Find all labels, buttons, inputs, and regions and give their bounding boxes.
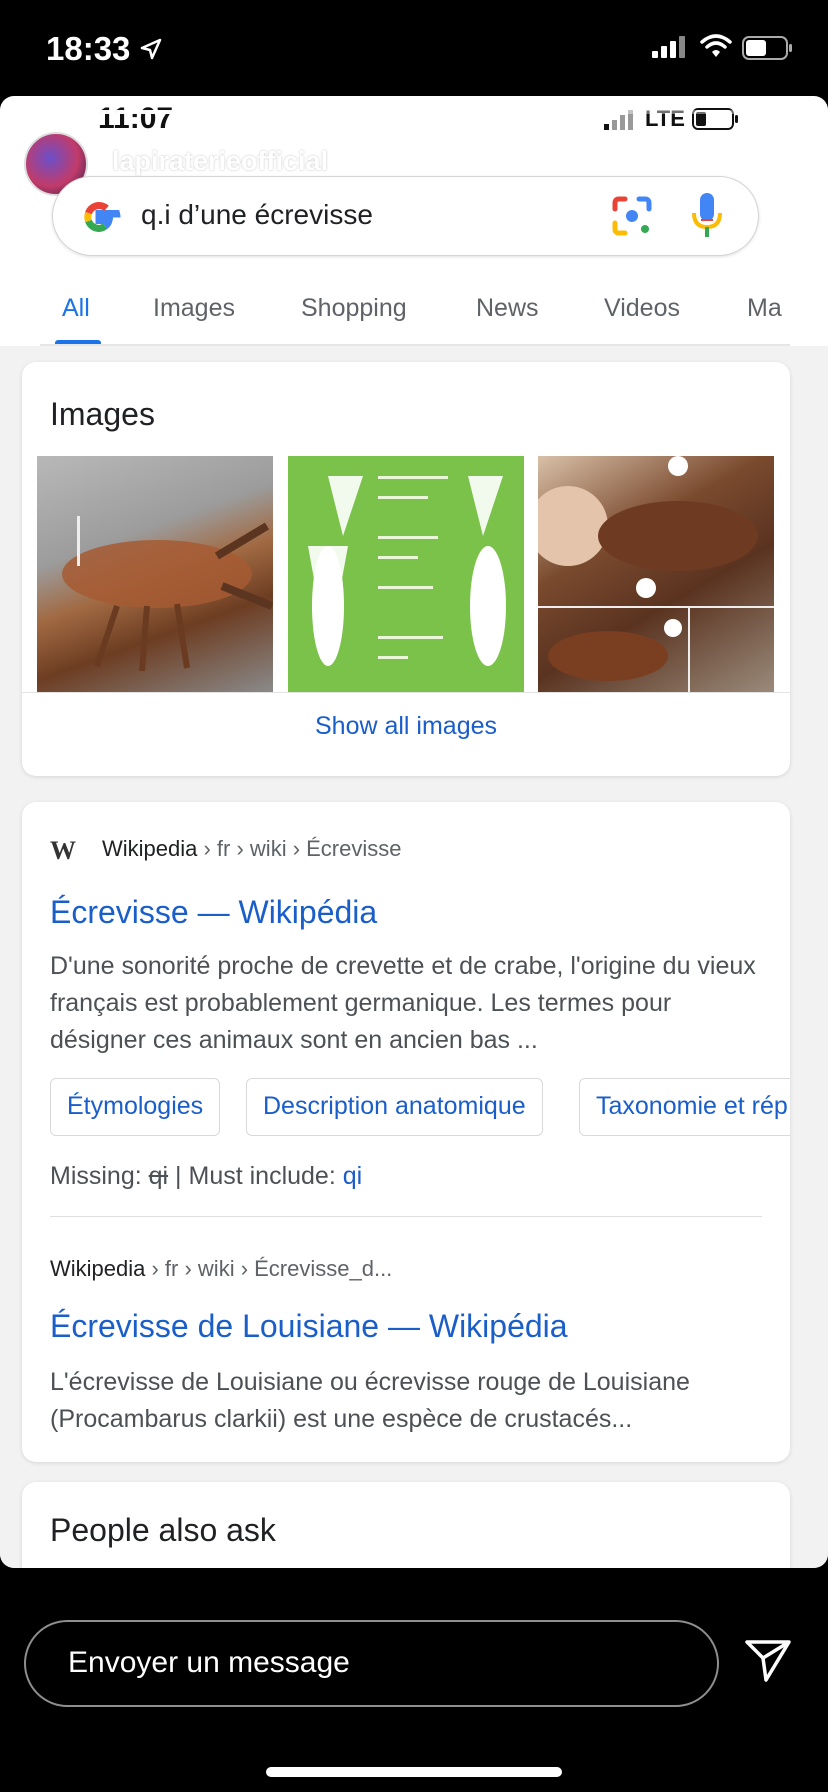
images-card: Images Show all images — [22, 362, 790, 776]
show-all-images-link[interactable]: Show all images — [22, 712, 790, 741]
result1-title-link[interactable]: Écrevisse — Wikipédia — [50, 894, 377, 931]
images-divider — [22, 692, 790, 693]
result2-title-link[interactable]: Écrevisse de Louisiane — Wikipédia — [50, 1308, 568, 1345]
must-include-label: | Must include: — [168, 1162, 343, 1190]
close-icon[interactable] — [764, 140, 808, 184]
wifi-icon — [700, 34, 732, 57]
tab-maps[interactable]: Ma — [747, 294, 782, 323]
story-time-ago: 1h — [358, 148, 386, 176]
must-include-link[interactable]: qi — [343, 1162, 362, 1190]
tab-images[interactable]: Images — [153, 294, 235, 323]
chip-description-anatomique[interactable]: Description anatomique — [246, 1078, 543, 1136]
google-lens-icon[interactable] — [609, 193, 655, 239]
missing-term: qi — [148, 1162, 169, 1190]
story-progress-bar — [16, 110, 812, 114]
search-box[interactable]: q.i d’une écrevisse — [52, 176, 759, 256]
story-username[interactable]: lapiraterieofficial — [112, 146, 328, 177]
search-input[interactable]: q.i d’une écrevisse — [141, 199, 373, 231]
tabs-divider — [40, 344, 790, 346]
result2-site: Wikipedia — [50, 1256, 146, 1281]
home-indicator[interactable] — [266, 1767, 562, 1777]
search-tabs: All Images Shopping News Videos Ma — [0, 288, 790, 344]
story-frame[interactable]: 11:07 LTE lapiraterieofficial 1h ••• q.i… — [0, 96, 828, 1568]
google-g-icon — [84, 201, 121, 233]
wikipedia-results-card: W Wikipedia › fr › wiki › Écrevisse Écre… — [22, 802, 790, 1462]
wikipedia-logo-icon: W — [50, 836, 76, 865]
message-placeholder: Envoyer un message — [68, 1646, 350, 1679]
inner-status-time: 11:07 — [98, 102, 174, 135]
image-thumbnail-2[interactable] — [288, 456, 524, 692]
tab-shopping[interactable]: Shopping — [301, 294, 407, 323]
result2-path: › fr › wiki › Écrevisse_d... — [145, 1256, 393, 1281]
chip-taxonomie[interactable]: Taxonomie et rép — [579, 1078, 790, 1136]
cellular-signal-icon — [652, 36, 685, 58]
status-bar: 18:33 — [0, 0, 828, 96]
images-section-title: Images — [50, 396, 155, 432]
result1-site: Wikipedia — [102, 836, 198, 861]
image-thumbnail-3[interactable] — [528, 456, 774, 692]
microphone-icon[interactable] — [689, 191, 725, 241]
tab-all[interactable]: All — [62, 294, 90, 323]
battery-icon — [742, 36, 792, 60]
people-also-ask-title: People also ask — [50, 1512, 276, 1548]
image-thumbnail-1[interactable] — [37, 456, 274, 692]
more-dots-icon[interactable]: ••• — [690, 144, 725, 178]
result1-source[interactable]: Wikipedia › fr › wiki › Écrevisse — [102, 836, 402, 862]
people-also-ask-card: People also ask — [22, 1482, 790, 1568]
missing-terms-line: Missing: qi | Must include: qi — [50, 1162, 362, 1191]
result1-path: › fr › wiki › Écrevisse — [197, 836, 402, 861]
results-divider — [50, 1216, 762, 1217]
result2-snippet: L'écrevisse de Louisiane ou écrevisse ro… — [50, 1368, 690, 1433]
status-time: 18:33 — [46, 30, 131, 67]
message-input[interactable]: Envoyer un message — [24, 1620, 719, 1707]
missing-label: Missing: — [50, 1162, 149, 1190]
tab-news[interactable]: News — [476, 294, 539, 323]
result1-snippet: D'une sonorité proche de crevette et de … — [50, 952, 756, 1054]
tab-videos[interactable]: Videos — [604, 294, 680, 323]
result2-source[interactable]: Wikipedia › fr › wiki › Écrevisse_d... — [50, 1256, 392, 1282]
story-progress-fill — [16, 110, 351, 114]
send-icon[interactable] — [744, 1638, 792, 1684]
location-arrow-icon — [140, 38, 162, 60]
chip-etymologies[interactable]: Étymologies — [50, 1078, 221, 1136]
